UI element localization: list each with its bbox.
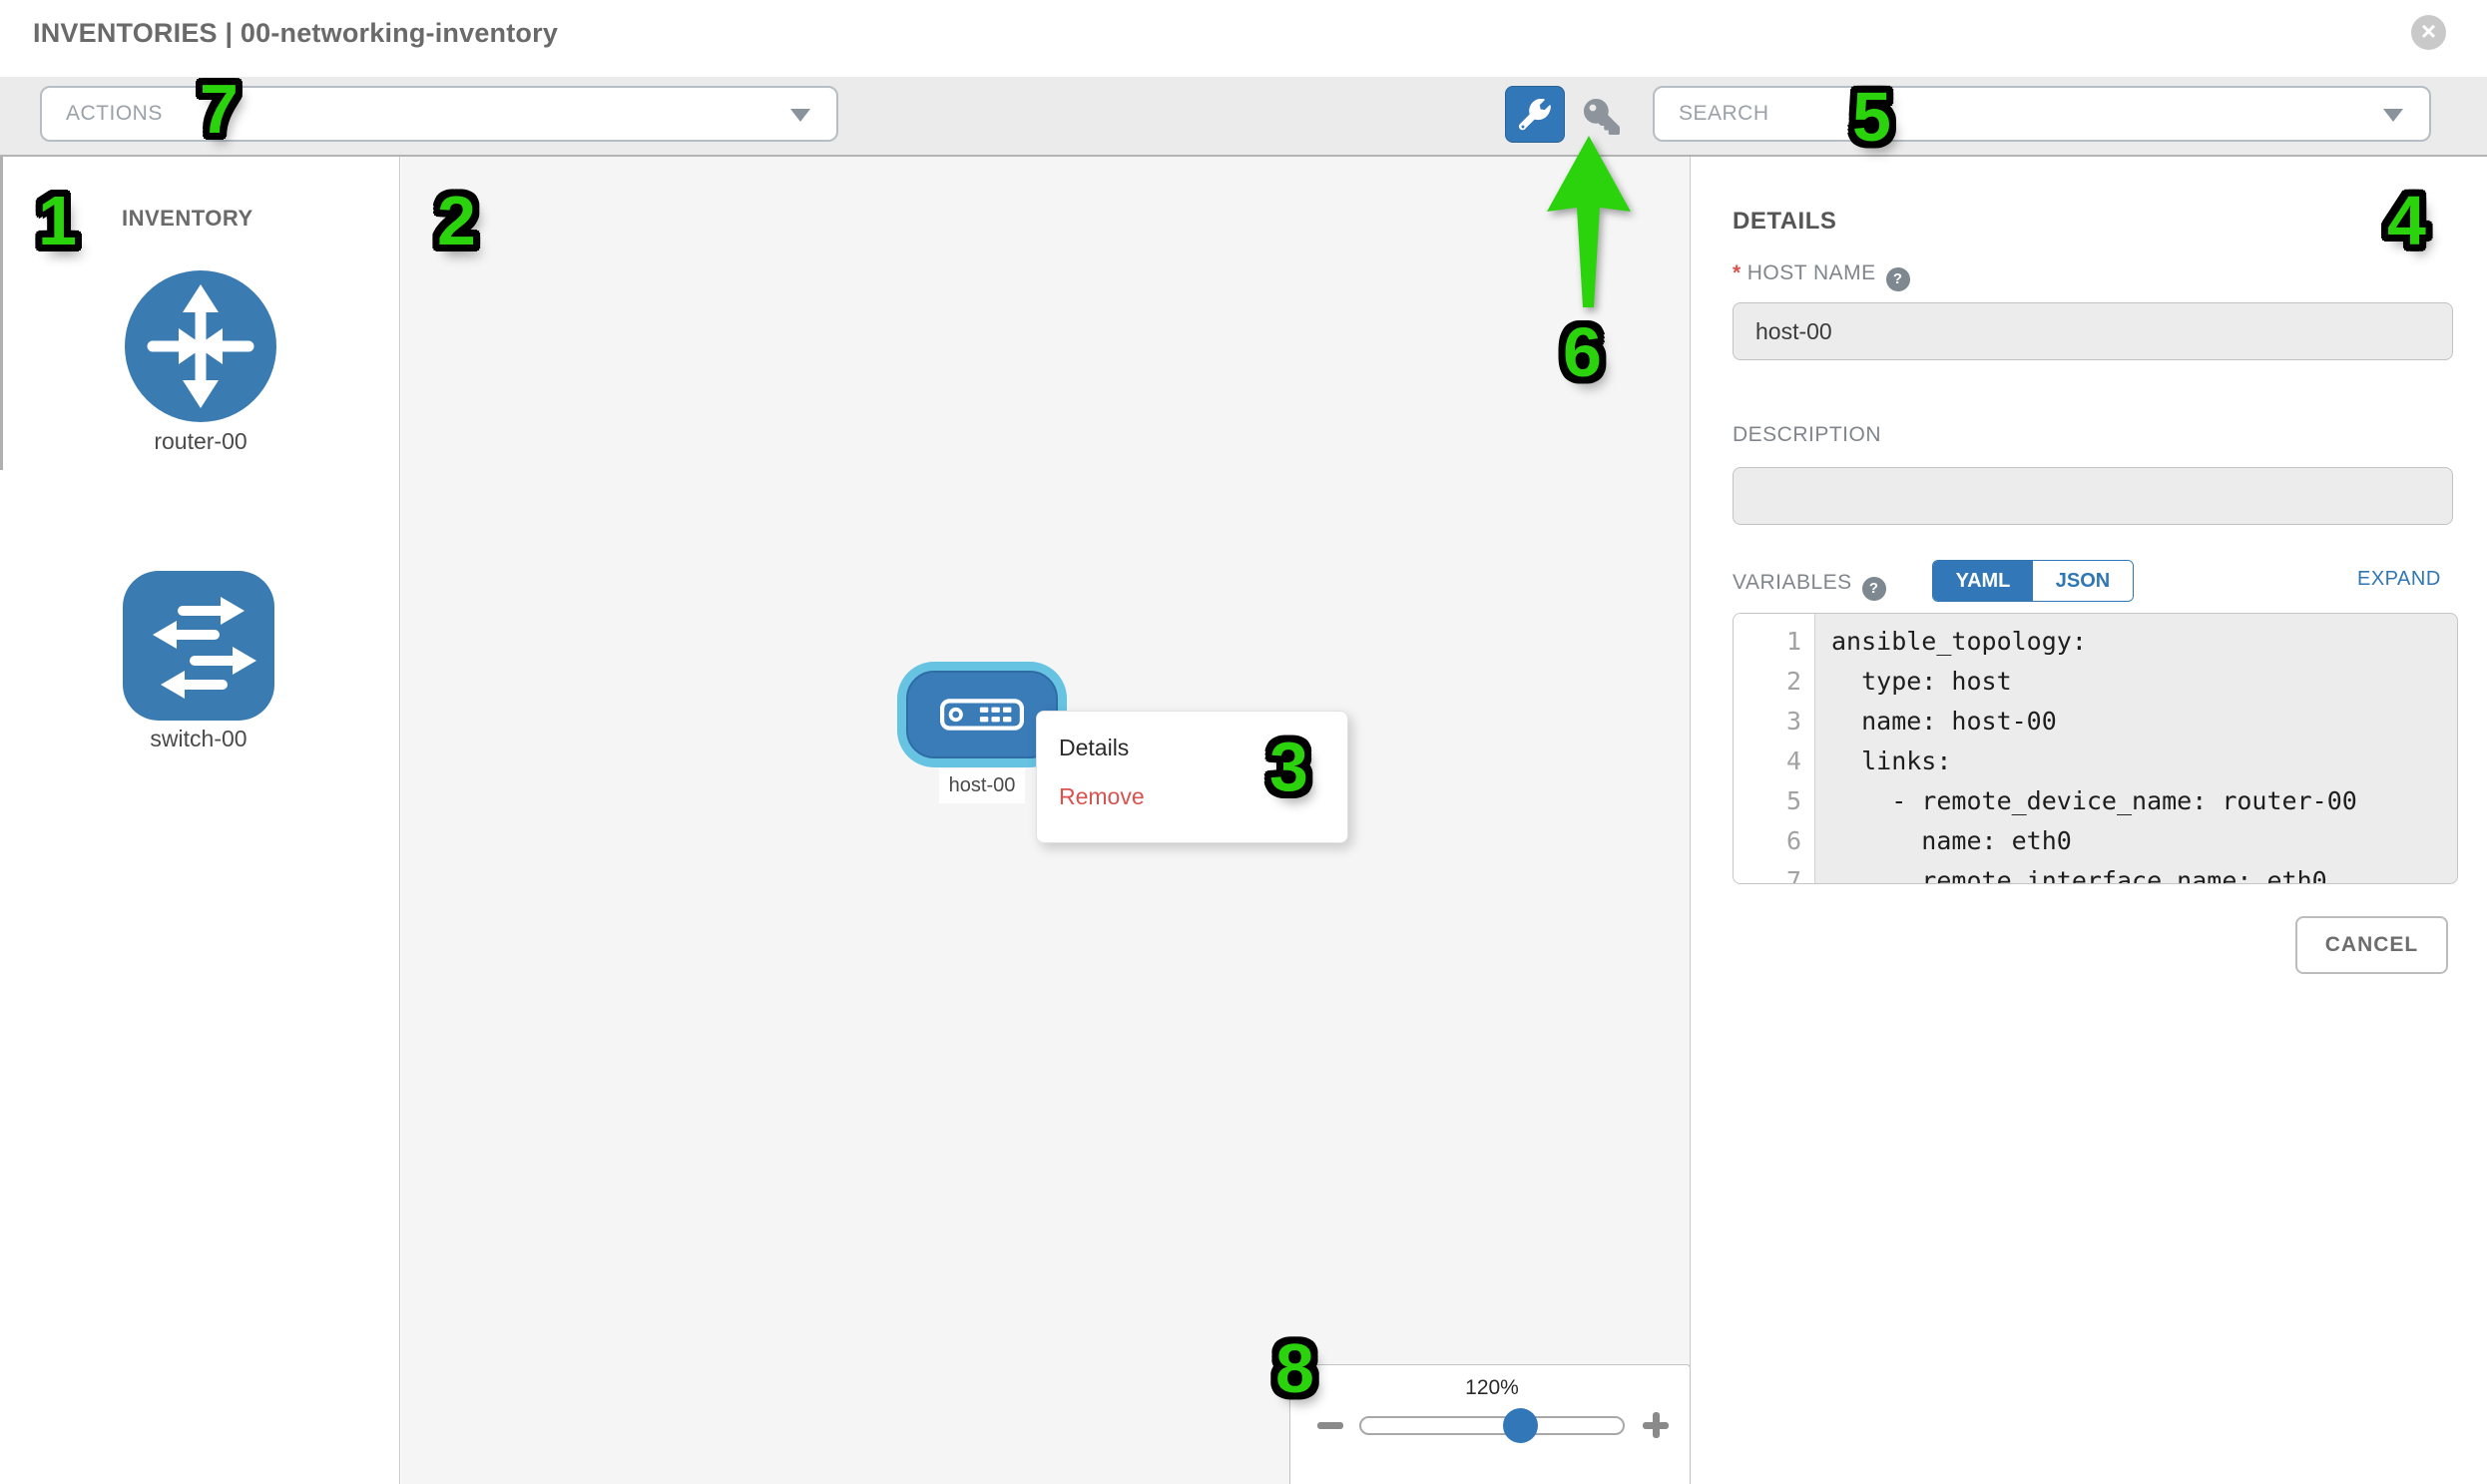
line-text: name: host-00 bbox=[1815, 702, 2057, 742]
required-asterisk: * bbox=[1733, 261, 1741, 284]
line-text: remote_interface_name: eth0 bbox=[1815, 861, 2327, 884]
annotation-arrow-up bbox=[1535, 130, 1643, 314]
sidebar-item-switch-00[interactable] bbox=[123, 571, 274, 721]
line-text: ansible_topology: bbox=[1815, 622, 2087, 662]
chevron-down-icon bbox=[2383, 109, 2403, 122]
annotation-8: 8 bbox=[1275, 1333, 1314, 1403]
variables-label: VARIABLES? bbox=[1733, 571, 1886, 601]
toggle-yaml[interactable]: YAML bbox=[1933, 561, 2033, 601]
line-number: 1 bbox=[1734, 622, 1815, 662]
line-number: 5 bbox=[1734, 781, 1815, 821]
chevron-down-icon bbox=[790, 109, 810, 122]
wrench-icon bbox=[1519, 99, 1551, 131]
line-text: links: bbox=[1815, 742, 1951, 781]
annotation-3: 3 bbox=[1269, 732, 1308, 801]
sidebar-item-label: router-00 bbox=[125, 428, 276, 455]
line-number: 7 bbox=[1734, 861, 1815, 884]
editor-line: 1ansible_topology: bbox=[1734, 622, 2457, 662]
annotation-2: 2 bbox=[437, 186, 476, 255]
description-field[interactable] bbox=[1733, 467, 2453, 525]
search-dropdown-placeholder: SEARCH bbox=[1679, 88, 1769, 140]
variables-editor[interactable]: 1ansible_topology: 2 type: host 3 name: … bbox=[1733, 613, 2458, 884]
variables-format-toggle: YAML JSON bbox=[1932, 560, 2134, 602]
sidebar-item-router-00[interactable] bbox=[125, 270, 276, 422]
description-label: DESCRIPTION bbox=[1733, 423, 1881, 447]
router-icon bbox=[125, 270, 276, 422]
line-number: 6 bbox=[1734, 821, 1815, 861]
toggle-json[interactable]: JSON bbox=[2033, 561, 2133, 601]
inventory-topology-screen: INVENTORIES | 00-networking-inventory × … bbox=[0, 0, 2487, 1484]
toolbar: ACTIONS SEARCH bbox=[0, 77, 2487, 157]
annotation-7: 7 bbox=[200, 74, 239, 144]
page-title: INVENTORIES | 00-networking-inventory bbox=[33, 18, 558, 49]
zoom-in-icon[interactable] bbox=[1653, 1412, 1660, 1438]
switch-icon bbox=[123, 571, 274, 721]
host-name-label-text: HOST NAME bbox=[1747, 261, 1876, 284]
host-name-field[interactable]: host-00 bbox=[1733, 302, 2453, 360]
zoom-slider-handle[interactable] bbox=[1503, 1408, 1538, 1443]
editor-line: 7 remote_interface_name: eth0 bbox=[1734, 861, 2457, 884]
zoom-level-value: 120% bbox=[1359, 1376, 1625, 1400]
annotation-1: 1 bbox=[38, 186, 77, 255]
expand-link[interactable]: EXPAND bbox=[2357, 568, 2441, 591]
help-icon[interactable]: ? bbox=[1886, 267, 1910, 291]
editor-content: 1ansible_topology: 2 type: host 3 name: … bbox=[1734, 622, 2457, 884]
canvas-node-label: host-00 bbox=[939, 768, 1025, 803]
editor-line: 6 name: eth0 bbox=[1734, 821, 2457, 861]
editor-line: 3 name: host-00 bbox=[1734, 702, 2457, 742]
zoom-out-icon[interactable] bbox=[1317, 1422, 1343, 1429]
line-text: type: host bbox=[1815, 662, 2012, 702]
line-text: name: eth0 bbox=[1815, 821, 2072, 861]
host-icon bbox=[940, 699, 1024, 731]
search-dropdown[interactable]: SEARCH bbox=[1653, 86, 2431, 142]
editor-line: 5 - remote_device_name: router-00 bbox=[1734, 781, 2457, 821]
line-number: 4 bbox=[1734, 742, 1815, 781]
variables-label-text: VARIABLES bbox=[1733, 571, 1852, 594]
cancel-button[interactable]: CANCEL bbox=[2295, 916, 2448, 974]
sidebar-item-label: switch-00 bbox=[123, 726, 274, 752]
editor-line: 4 links: bbox=[1734, 742, 2457, 781]
sidebar-scrollbar[interactable] bbox=[0, 157, 3, 470]
annotation-6: 6 bbox=[1563, 317, 1602, 387]
line-text: - remote_device_name: router-00 bbox=[1815, 781, 2357, 821]
zoom-slider-track[interactable] bbox=[1359, 1416, 1625, 1435]
close-icon[interactable]: × bbox=[2411, 15, 2446, 50]
line-number: 2 bbox=[1734, 662, 1815, 702]
actions-dropdown[interactable]: ACTIONS bbox=[40, 86, 838, 142]
annotation-5: 5 bbox=[1852, 82, 1891, 152]
host-name-label: * HOST NAME? bbox=[1733, 261, 1910, 291]
sidebar-title: INVENTORY bbox=[122, 206, 253, 232]
actions-dropdown-placeholder: ACTIONS bbox=[66, 88, 163, 140]
annotation-4: 4 bbox=[2387, 186, 2426, 255]
line-number: 3 bbox=[1734, 702, 1815, 742]
details-panel-title: DETAILS bbox=[1733, 208, 1836, 236]
editor-line: 2 type: host bbox=[1734, 662, 2457, 702]
help-icon[interactable]: ? bbox=[1862, 577, 1886, 601]
